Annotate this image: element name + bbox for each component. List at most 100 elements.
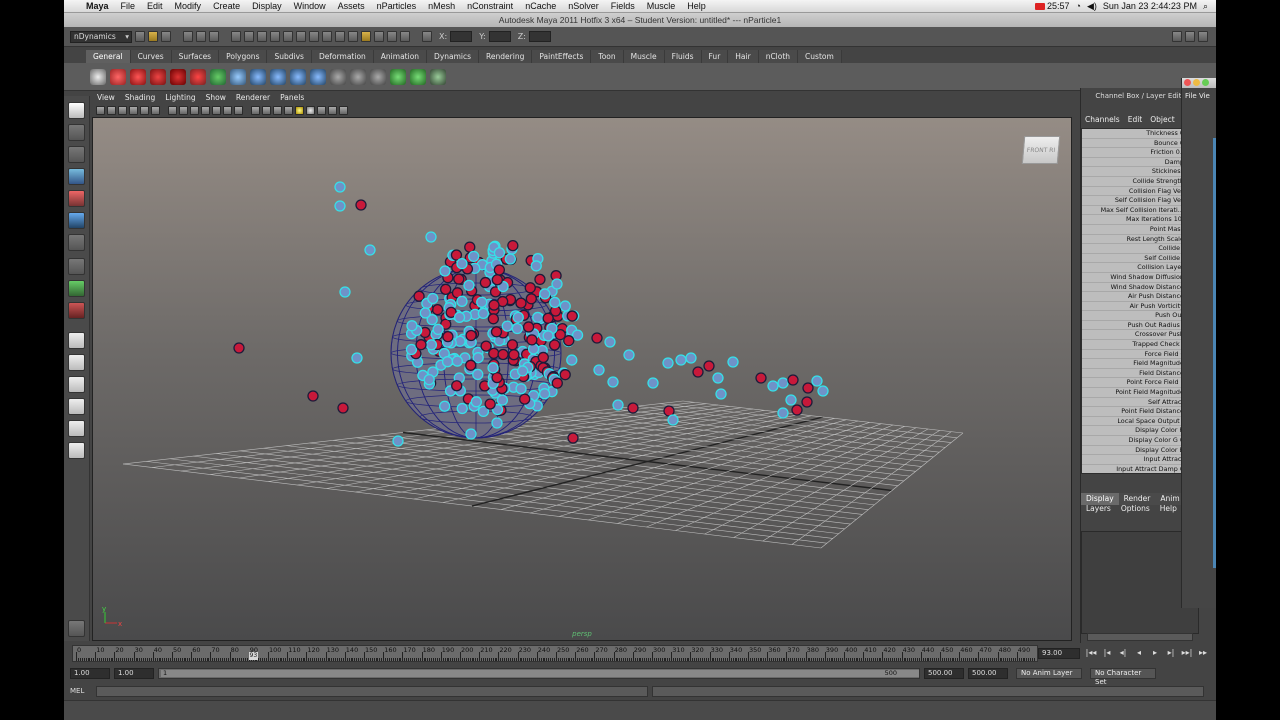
cache-append-icon[interactable] bbox=[370, 68, 386, 85]
grid-icon[interactable] bbox=[168, 106, 177, 115]
layer-menu-layers[interactable]: Layers bbox=[1081, 502, 1116, 515]
playback-end-field[interactable]: 500.00 bbox=[924, 668, 964, 679]
channel-attribute[interactable]: Wind Shadow Distance 0 bbox=[1082, 282, 1196, 293]
render-frame-icon[interactable] bbox=[361, 31, 371, 42]
channel-attribute[interactable]: Collision Flag Verte bbox=[1082, 186, 1196, 197]
shelf-tab-curves[interactable]: Curves bbox=[130, 50, 172, 63]
ipr-render-icon[interactable] bbox=[374, 31, 384, 42]
shelf-tab-general[interactable]: General bbox=[86, 50, 131, 63]
isolate-select-icon[interactable] bbox=[328, 106, 337, 115]
move-tool-icon[interactable] bbox=[68, 168, 85, 185]
snap-grid-icon[interactable] bbox=[231, 31, 241, 42]
menu-set-selector[interactable]: nDynamics bbox=[70, 30, 132, 43]
select-hierarchy-icon[interactable] bbox=[183, 31, 193, 42]
wifi-icon[interactable]: ◔ bbox=[1076, 1, 1081, 11]
ncloth-icon[interactable] bbox=[170, 68, 186, 85]
transform-constraint-icon[interactable] bbox=[250, 68, 266, 85]
shelf-tab-fluids[interactable]: Fluids bbox=[664, 50, 702, 63]
wireframe-on-shaded-icon[interactable] bbox=[273, 106, 282, 115]
channel-menu-channels[interactable]: Channels bbox=[1081, 114, 1124, 126]
smooth-shade-icon[interactable] bbox=[262, 106, 271, 115]
render-settings-icon[interactable] bbox=[387, 31, 397, 42]
show-attribute-editor-icon[interactable] bbox=[1172, 31, 1182, 42]
new-scene-icon[interactable] bbox=[135, 31, 145, 42]
perspective-viewport[interactable]: xy FRONT RI persp bbox=[92, 117, 1072, 641]
shelf-tab-fur[interactable]: Fur bbox=[701, 50, 729, 63]
nparticle-tool-icon[interactable] bbox=[90, 68, 106, 85]
menu-window[interactable]: Window bbox=[288, 1, 332, 11]
channel-attribute[interactable]: Field Magnitude 1 bbox=[1082, 359, 1196, 369]
cache-replace-icon[interactable] bbox=[390, 68, 406, 85]
hypershade-icon[interactable] bbox=[400, 31, 410, 42]
channel-attribute[interactable]: Display Color G 0.8 bbox=[1082, 436, 1196, 446]
shelf-tab-dynamics[interactable]: Dynamics bbox=[427, 50, 480, 63]
shelf-tab-custom[interactable]: Custom bbox=[798, 50, 842, 63]
character-set-selector[interactable]: No Character Set bbox=[1090, 668, 1156, 686]
paint-select-tool-icon[interactable] bbox=[68, 146, 85, 163]
command-input[interactable] bbox=[96, 685, 648, 697]
image-plane-icon[interactable] bbox=[129, 106, 138, 115]
playback-start-field[interactable]: 1.00 bbox=[114, 668, 154, 679]
snap-surface-icon[interactable] bbox=[270, 31, 280, 42]
menu-assets[interactable]: Assets bbox=[332, 1, 371, 11]
sphere-emitter-icon[interactable] bbox=[230, 68, 246, 85]
menu-nsolver[interactable]: nSolver bbox=[562, 1, 605, 11]
channel-attribute[interactable]: Self Collision Flag Verte bbox=[1082, 196, 1196, 206]
current-frame-field[interactable]: 93.00 bbox=[1038, 648, 1080, 659]
channel-menu-edit[interactable]: Edit bbox=[1124, 114, 1147, 126]
film-gate-icon[interactable] bbox=[179, 106, 188, 115]
channel-attribute[interactable]: Collide on bbox=[1082, 244, 1196, 254]
panel-menu-show[interactable]: Show bbox=[201, 92, 231, 104]
channel-attribute[interactable]: Trapped Check off bbox=[1082, 340, 1196, 350]
channel-attribute[interactable]: Collide Strength 1 bbox=[1082, 176, 1196, 187]
component-constraint-icon[interactable] bbox=[270, 68, 286, 85]
playhead-marker[interactable]: 93 bbox=[248, 652, 259, 660]
select-object-icon[interactable] bbox=[196, 31, 206, 42]
battery-status[interactable]: 25:57 bbox=[1034, 1, 1070, 11]
menu-edit[interactable]: Edit bbox=[141, 1, 169, 11]
channel-attribute[interactable]: Max Iterations 1000 bbox=[1082, 215, 1196, 225]
output-ops-icon[interactable] bbox=[335, 31, 345, 42]
close-icon[interactable] bbox=[1184, 79, 1191, 86]
slide-on-surface-icon[interactable] bbox=[310, 68, 326, 85]
cache-merge-icon[interactable] bbox=[410, 68, 426, 85]
channel-attribute[interactable]: Self Attract 0 bbox=[1082, 397, 1196, 408]
channel-attribute[interactable]: Field Distance 1 bbox=[1082, 368, 1196, 379]
end-time-field[interactable]: 500.00 bbox=[968, 668, 1008, 679]
channel-attribute[interactable]: Max Self Collision Iterati... 4 bbox=[1082, 205, 1196, 216]
menu-display[interactable]: Display bbox=[246, 1, 288, 11]
goal-icon[interactable] bbox=[150, 68, 166, 85]
step-back-frame-icon[interactable]: ◂| bbox=[1116, 648, 1130, 660]
universal-manipulator-icon[interactable] bbox=[68, 234, 85, 251]
step-forward-key-icon[interactable]: ▸▸| bbox=[1180, 648, 1194, 660]
persp-graph-hypergraph-layout-icon[interactable] bbox=[68, 442, 85, 459]
soft-modification-icon[interactable] bbox=[68, 258, 85, 275]
step-back-key-icon[interactable]: |◂ bbox=[1100, 648, 1114, 660]
absolute-transform-icon[interactable] bbox=[422, 31, 432, 42]
channel-attribute[interactable]: Input Attract Damp 0.5 bbox=[1082, 464, 1196, 473]
menu-ncache[interactable]: nCache bbox=[519, 1, 562, 11]
rotate-tool-icon[interactable] bbox=[68, 190, 85, 207]
panel-menu-renderer[interactable]: Renderer bbox=[231, 92, 275, 104]
bookmarks-icon[interactable] bbox=[118, 106, 127, 115]
cache-delete-icon[interactable] bbox=[350, 68, 366, 85]
menu-nparticles[interactable]: nParticles bbox=[371, 1, 423, 11]
cache-create-icon[interactable] bbox=[330, 68, 346, 85]
shelf-tab-toon[interactable]: Toon bbox=[591, 50, 624, 63]
select-tool-icon[interactable] bbox=[68, 102, 85, 119]
channel-attribute[interactable]: Stickiness 0 bbox=[1082, 167, 1196, 177]
channel-attribute[interactable]: Point Field Distance 2 bbox=[1082, 407, 1196, 417]
z-field[interactable] bbox=[528, 31, 551, 42]
input-ops-icon[interactable] bbox=[322, 31, 332, 42]
shelf-tab-animation[interactable]: Animation bbox=[373, 50, 428, 63]
safe-title-icon[interactable] bbox=[234, 106, 243, 115]
zoom-icon[interactable] bbox=[1202, 79, 1209, 86]
channel-attribute[interactable]: Wind Shadow Diffusion 0 bbox=[1082, 272, 1196, 283]
xray-icon[interactable] bbox=[317, 106, 326, 115]
history-icon[interactable] bbox=[309, 31, 319, 42]
panel-menu-view[interactable]: View bbox=[92, 92, 120, 104]
shelf-tab-hair[interactable]: Hair bbox=[728, 50, 759, 63]
channel-attribute[interactable]: Air Push Vorticity 0 bbox=[1082, 301, 1196, 312]
viewcube[interactable]: FRONT RI bbox=[1021, 136, 1061, 164]
shelf-tab-painteffects[interactable]: PaintEffects bbox=[532, 50, 592, 63]
